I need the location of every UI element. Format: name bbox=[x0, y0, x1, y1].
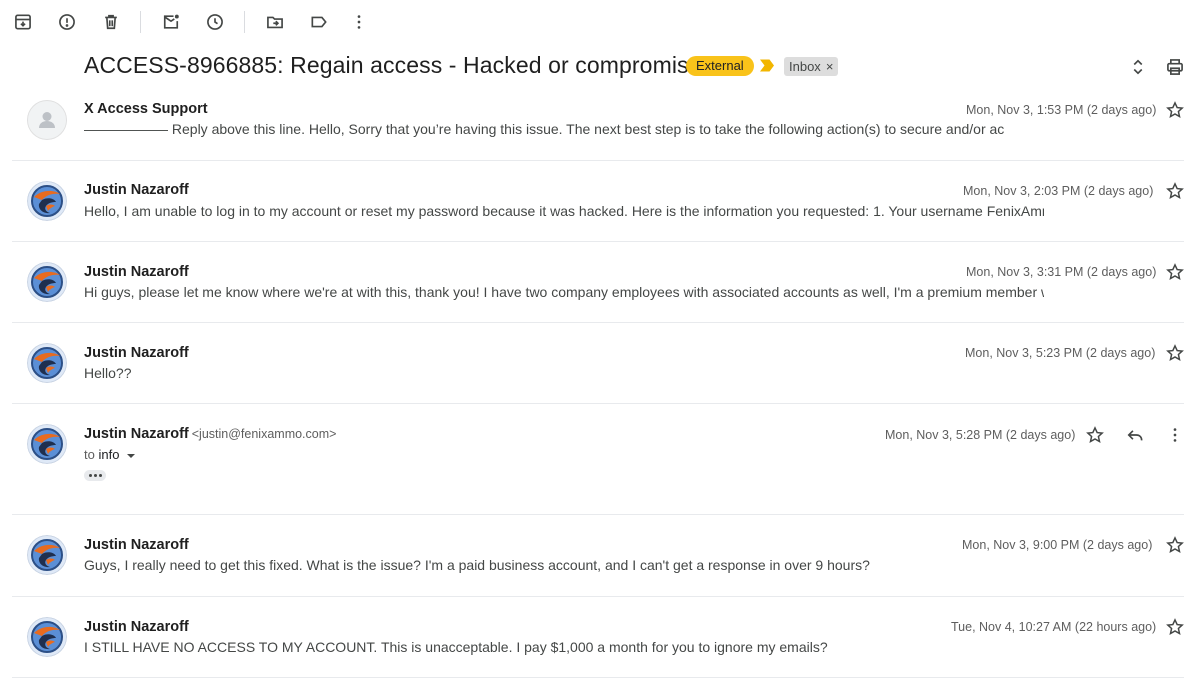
fenix-logo-avatar bbox=[27, 343, 67, 383]
mark-unread-button[interactable] bbox=[158, 9, 184, 35]
message-date: Mon, Nov 3, 5:23 PM (2 days ago) bbox=[965, 346, 1156, 360]
sender-name: Justin Nazaroff bbox=[84, 345, 189, 361]
sender-name: Justin Nazaroff bbox=[84, 182, 189, 198]
recipient-name: info bbox=[98, 447, 120, 462]
thread-toolbar bbox=[0, 0, 1199, 44]
fenix-logo-avatar bbox=[27, 262, 67, 302]
fenix-logo-avatar bbox=[27, 424, 67, 464]
star-icon[interactable] bbox=[1165, 100, 1185, 120]
message-date: Mon, Nov 3, 1:53 PM (2 days ago) bbox=[966, 103, 1157, 117]
message-snippet: Hello, I am unable to log in to my accou… bbox=[84, 203, 1044, 219]
message-date: Mon, Nov 3, 3:31 PM (2 days ago) bbox=[966, 265, 1157, 279]
report-spam-button[interactable] bbox=[54, 9, 80, 35]
sender-name: X Access Support bbox=[84, 101, 208, 117]
sender-name: Justin Nazaroff bbox=[84, 426, 189, 442]
reply-icon[interactable] bbox=[1125, 425, 1145, 445]
star-icon[interactable] bbox=[1085, 425, 1105, 445]
label-icon bbox=[311, 16, 327, 28]
to-prefix: to bbox=[84, 447, 95, 462]
ellipsis-dot bbox=[88, 474, 92, 477]
recipients-line[interactable]: to info bbox=[84, 447, 137, 462]
recipient-details-dropdown-icon[interactable] bbox=[125, 451, 137, 461]
message-date: Mon, Nov 3, 9:00 PM (2 days ago) bbox=[962, 538, 1153, 552]
external-badge: External bbox=[686, 56, 754, 76]
archive-icon bbox=[15, 14, 31, 30]
message-snippet: Hello?? bbox=[84, 365, 132, 381]
default-avatar-icon bbox=[27, 100, 67, 140]
snooze-icon bbox=[207, 14, 223, 30]
sender-name: Justin Nazaroff bbox=[84, 619, 189, 635]
ellipsis-dot bbox=[98, 474, 102, 477]
sender-name-with-email: Justin Nazaroff <justin@fenixammo.com> bbox=[84, 426, 336, 442]
remove-label-icon[interactable]: × bbox=[826, 57, 834, 76]
print-all-button[interactable] bbox=[1164, 56, 1186, 78]
message-date: Mon, Nov 3, 2:03 PM (2 days ago) bbox=[963, 184, 1154, 198]
fenix-logo-avatar bbox=[27, 181, 67, 221]
move-to-icon bbox=[267, 16, 283, 29]
message-snippet: —————— Reply above this line. Hello, Sor… bbox=[84, 121, 1004, 137]
star-icon[interactable] bbox=[1165, 535, 1185, 555]
inbox-label-chip: Inbox × bbox=[784, 57, 839, 76]
fenix-logo-avatar bbox=[27, 617, 67, 657]
star-icon[interactable] bbox=[1165, 262, 1185, 282]
message-collapsed[interactable]: Justin Nazaroff Guys, I really need to g… bbox=[12, 515, 1184, 597]
subject-row: ACCESS-8966885: Regain access - Hacked o… bbox=[0, 44, 1199, 90]
expand-all-button[interactable] bbox=[1127, 56, 1149, 78]
message-collapsed[interactable]: Justin Nazaroff Hello, I am unable to lo… bbox=[12, 161, 1184, 242]
label-button[interactable] bbox=[306, 9, 332, 35]
thread-subject: ACCESS-8966885: Regain access - Hacked o… bbox=[84, 52, 715, 78]
inbox-label-text: Inbox bbox=[789, 59, 821, 74]
fenix-logo-avatar bbox=[27, 535, 67, 575]
report-spam-icon bbox=[59, 14, 75, 30]
print-icon bbox=[1167, 59, 1183, 75]
message-expanded[interactable]: Justin Nazaroff <justin@fenixammo.com> to… bbox=[12, 404, 1184, 515]
move-to-button[interactable] bbox=[262, 9, 288, 35]
more-vert-icon bbox=[357, 15, 361, 29]
toolbar-divider bbox=[244, 11, 245, 33]
more-vert-icon[interactable] bbox=[1165, 425, 1185, 445]
message-collapsed[interactable]: X Access Support —————— Reply above this… bbox=[12, 90, 1184, 161]
message-collapsed[interactable]: Justin Nazaroff Hello?? Mon, Nov 3, 5:23… bbox=[12, 323, 1184, 404]
delete-icon bbox=[105, 14, 117, 30]
message-collapsed[interactable]: Justin Nazaroff Hi guys, please let me k… bbox=[12, 242, 1184, 323]
star-icon[interactable] bbox=[1165, 343, 1185, 363]
ellipsis-dot bbox=[93, 474, 97, 477]
sender-name: Justin Nazaroff bbox=[84, 264, 189, 280]
sender-name: Justin Nazaroff bbox=[84, 537, 189, 553]
sender-email: <justin@fenixammo.com> bbox=[191, 427, 337, 441]
unfold-more-icon bbox=[1133, 59, 1143, 75]
message-collapsed[interactable]: Justin Nazaroff I STILL HAVE NO ACCESS T… bbox=[12, 597, 1184, 678]
message-date: Mon, Nov 3, 5:28 PM (2 days ago) bbox=[885, 428, 1076, 442]
star-icon[interactable] bbox=[1165, 181, 1185, 201]
message-date: Tue, Nov 4, 10:27 AM (22 hours ago) bbox=[951, 620, 1157, 634]
show-trimmed-content-button[interactable] bbox=[84, 470, 106, 481]
message-snippet: I STILL HAVE NO ACCESS TO MY ACCOUNT. Th… bbox=[84, 639, 828, 655]
mark-unread-icon bbox=[163, 14, 179, 29]
star-icon[interactable] bbox=[1165, 617, 1185, 637]
message-snippet: Hi guys, please let me know where we're … bbox=[84, 284, 1044, 300]
archive-button[interactable] bbox=[10, 9, 36, 35]
delete-button[interactable] bbox=[98, 9, 124, 35]
message-snippet: Guys, I really need to get this fixed. W… bbox=[84, 557, 870, 573]
more-options-button[interactable] bbox=[346, 9, 372, 35]
toolbar-divider bbox=[140, 11, 141, 33]
importance-marker-icon[interactable] bbox=[759, 59, 775, 72]
snooze-button[interactable] bbox=[202, 9, 228, 35]
